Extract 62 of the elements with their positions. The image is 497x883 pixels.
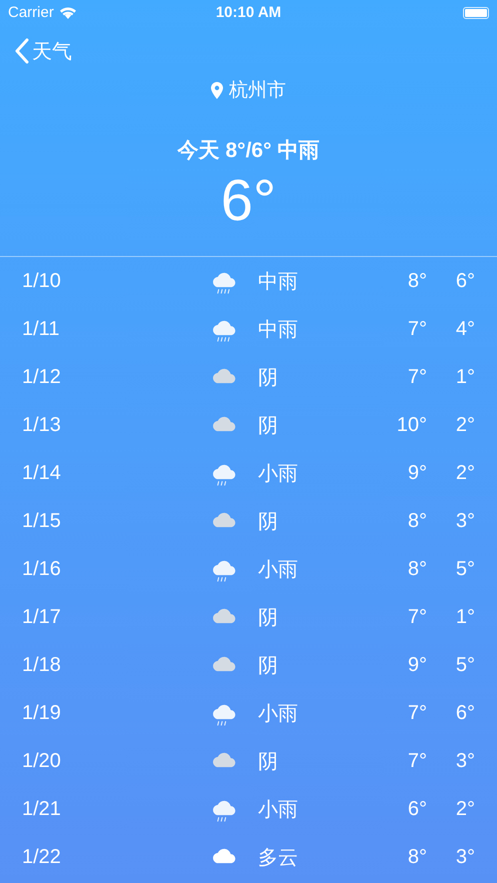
- high-temperature: 9°: [408, 654, 427, 676]
- low-temperature: 3°: [456, 846, 475, 868]
- high-temperature: 7°: [408, 318, 427, 340]
- weather-condition: 阴: [257, 366, 278, 390]
- low-temperature: 2°: [456, 414, 475, 436]
- weather-condition: 多云: [257, 846, 298, 870]
- high-temperature: 8°: [408, 558, 427, 580]
- low-temperature: 3°: [456, 510, 475, 532]
- high-temperature: 8°: [408, 846, 427, 868]
- battery-icon: [463, 6, 489, 18]
- forecast-date: 1/10: [22, 270, 61, 292]
- weather-condition: 阴: [257, 654, 278, 678]
- weather-condition: 小雨: [257, 702, 298, 726]
- low-temperature: 4°: [456, 318, 475, 340]
- weather-condition: 中雨: [257, 270, 298, 294]
- forecast-date: 1/16: [22, 558, 61, 580]
- weather-condition: 阴: [257, 414, 278, 438]
- forecast-date: 1/21: [22, 798, 61, 820]
- low-temperature: 1°: [456, 366, 475, 388]
- forecast-date: 1/19: [22, 702, 61, 724]
- forecast-date: 1/15: [22, 510, 61, 532]
- high-temperature: 7°: [408, 366, 427, 388]
- location-pin-icon: [211, 82, 223, 98]
- chevron-left-icon: [14, 38, 30, 64]
- high-temperature: 7°: [408, 606, 427, 628]
- high-temperature: 9°: [408, 462, 427, 484]
- low-temperature: 2°: [456, 462, 475, 484]
- back-button[interactable]: 天气: [14, 38, 72, 64]
- low-temperature: 2°: [456, 798, 475, 820]
- high-temperature: 8°: [408, 510, 427, 532]
- low-temperature: 6°: [456, 270, 475, 292]
- low-temperature: 3°: [456, 750, 475, 772]
- high-temperature: 8°: [408, 270, 427, 292]
- weather-condition: 小雨: [257, 558, 298, 582]
- weather-condition: 小雨: [257, 462, 298, 486]
- weather-condition: 阴: [257, 606, 278, 630]
- low-temperature: 1°: [456, 606, 475, 628]
- city-name: 杭州市: [229, 79, 286, 103]
- forecast-date: 1/11: [22, 318, 60, 340]
- low-temperature: 6°: [456, 702, 475, 724]
- high-temperature: 7°: [408, 702, 427, 724]
- forecast-date: 1/18: [22, 654, 61, 676]
- weather-condition: 阴: [257, 510, 278, 534]
- weather-condition: 阴: [257, 750, 278, 774]
- forecast-date: 1/20: [22, 750, 61, 772]
- forecast-date: 1/14: [22, 462, 61, 484]
- forecast-date: 1/22: [22, 846, 61, 868]
- forecast-date: 1/13: [22, 414, 61, 436]
- low-temperature: 5°: [456, 654, 475, 676]
- low-temperature: 5°: [456, 558, 475, 580]
- high-temperature: 10°: [396, 414, 427, 436]
- today-summary: 今天 8°/6° 中雨: [178, 138, 320, 164]
- wifi-icon: [58, 6, 77, 19]
- high-temperature: 6°: [408, 798, 427, 820]
- forecast-date: 1/12: [22, 366, 61, 388]
- weather-condition: 小雨: [257, 798, 298, 822]
- weather-condition: 中雨: [257, 318, 298, 342]
- forecast-date: 1/17: [22, 606, 61, 628]
- clock-time: 10:10 AM: [216, 4, 282, 21]
- carrier-label: Carrier: [8, 4, 54, 21]
- current-temperature: 6°: [220, 168, 276, 234]
- high-temperature: 7°: [408, 750, 427, 772]
